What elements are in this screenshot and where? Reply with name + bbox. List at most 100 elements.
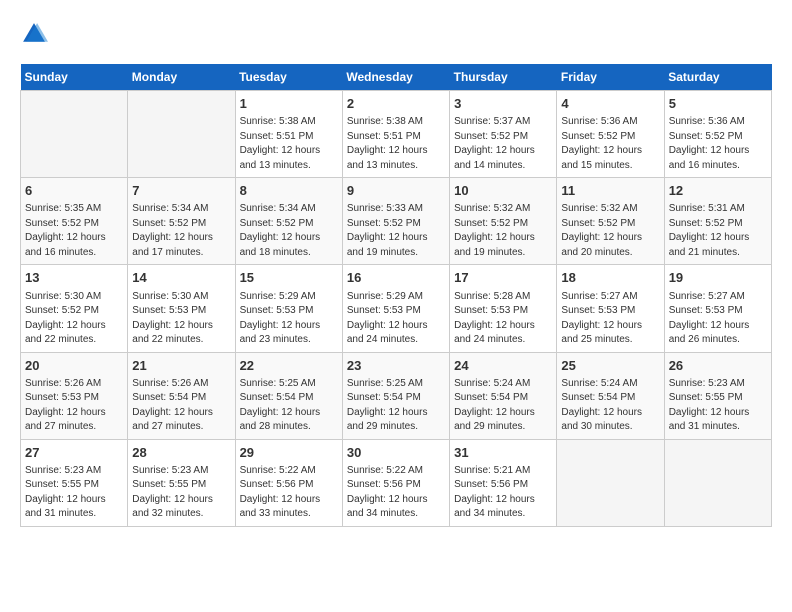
calendar-cell: 18Sunrise: 5:27 AMSunset: 5:53 PMDayligh… (557, 265, 664, 352)
day-info: Sunrise: 5:30 AMSunset: 5:53 PMDaylight:… (132, 290, 230, 348)
day-number: 1 (240, 95, 338, 113)
calendar-cell: 10 Sunrise: 5:32 AMSunset: 5:52 PMDayligh… (450, 178, 557, 265)
calendar-cell: 28 Sunrise: 5:23 AMSunset: 5:55 PMDayligh… (128, 439, 235, 526)
calendar-cell: 25 Sunrise: 5:24 AMSunset: 5:54 PMDayligh… (557, 352, 664, 439)
day-info: Sunrise: 5:24 AMSunset: 5:54 PMDaylight:… (561, 377, 659, 435)
day-info: Sunrise: 5:38 AMSunset: 5:51 PMDaylight:… (347, 115, 445, 173)
logo (20, 20, 52, 48)
day-info: Sunrise: 5:36 AMSunset: 5:52 PMDaylight:… (561, 115, 659, 173)
calendar-cell: 16Sunrise: 5:29 AMSunset: 5:53 PMDayligh… (342, 265, 449, 352)
day-header-friday: Friday (557, 64, 664, 91)
day-info: Sunrise: 5:34 AMSunset: 5:52 PMDaylight:… (132, 202, 230, 260)
calendar-cell: 11Sunrise: 5:32 AMSunset: 5:52 PMDayligh… (557, 178, 664, 265)
calendar-cell (664, 439, 771, 526)
day-header-sunday: Sunday (21, 64, 128, 91)
day-number: 5 (669, 95, 767, 113)
day-header-thursday: Thursday (450, 64, 557, 91)
calendar-cell: 26 Sunrise: 5:23 AMSunset: 5:55 PMDayligh… (664, 352, 771, 439)
calendar-cell (21, 91, 128, 178)
calendar-cell: 21 Sunrise: 5:26 AMSunset: 5:54 PMDayligh… (128, 352, 235, 439)
day-info: Sunrise: 5:28 AMSunset: 5:53 PMDaylight:… (454, 290, 552, 348)
day-number: 26 (669, 357, 767, 375)
day-number: 10 (454, 182, 552, 200)
day-number: 24 (454, 357, 552, 375)
day-number: 29 (240, 444, 338, 462)
calendar-cell: 4 Sunrise: 5:36 AMSunset: 5:52 PMDaylight… (557, 91, 664, 178)
day-number: 21 (132, 357, 230, 375)
day-info: Sunrise: 5:24 AMSunset: 5:54 PMDaylight:… (454, 377, 552, 435)
day-number: 2 (347, 95, 445, 113)
day-info: Sunrise: 5:36 AMSunset: 5:52 PMDaylight:… (669, 115, 767, 173)
calendar-cell: 29 Sunrise: 5:22 AMSunset: 5:56 PMDayligh… (235, 439, 342, 526)
day-number: 17 (454, 269, 552, 287)
day-info: Sunrise: 5:23 AMSunset: 5:55 PMDaylight:… (669, 377, 767, 435)
day-info: Sunrise: 5:23 AMSunset: 5:55 PMDaylight:… (132, 464, 230, 522)
day-info: Sunrise: 5:26 AMSunset: 5:54 PMDaylight:… (132, 377, 230, 435)
calendar-cell: 30 Sunrise: 5:22 AMSunset: 5:56 PMDayligh… (342, 439, 449, 526)
day-number: 3 (454, 95, 552, 113)
calendar-cell: 24 Sunrise: 5:24 AMSunset: 5:54 PMDayligh… (450, 352, 557, 439)
day-number: 12 (669, 182, 767, 200)
day-header-monday: Monday (128, 64, 235, 91)
day-info: Sunrise: 5:34 AMSunset: 5:52 PMDaylight:… (240, 202, 338, 260)
day-info: Sunrise: 5:37 AMSunset: 5:52 PMDaylight:… (454, 115, 552, 173)
day-number: 22 (240, 357, 338, 375)
calendar-cell: 8 Sunrise: 5:34 AMSunset: 5:52 PMDaylight… (235, 178, 342, 265)
day-number: 27 (25, 444, 123, 462)
calendar-cell: 20Sunrise: 5:26 AMSunset: 5:53 PMDayligh… (21, 352, 128, 439)
day-number: 20 (25, 357, 123, 375)
day-info: Sunrise: 5:27 AMSunset: 5:53 PMDaylight:… (669, 290, 767, 348)
day-number: 25 (561, 357, 659, 375)
day-number: 6 (25, 182, 123, 200)
day-info: Sunrise: 5:31 AMSunset: 5:52 PMDaylight:… (669, 202, 767, 260)
calendar-cell: 15 Sunrise: 5:29 AMSunset: 5:53 PMDayligh… (235, 265, 342, 352)
day-number: 15 (240, 269, 338, 287)
day-number: 19 (669, 269, 767, 287)
calendar-cell: 17 Sunrise: 5:28 AMSunset: 5:53 PMDayligh… (450, 265, 557, 352)
day-header-saturday: Saturday (664, 64, 771, 91)
day-info: Sunrise: 5:22 AMSunset: 5:56 PMDaylight:… (240, 464, 338, 522)
day-number: 13 (25, 269, 123, 287)
day-info: Sunrise: 5:32 AMSunset: 5:52 PMDaylight:… (454, 202, 552, 260)
calendar-cell: 12 Sunrise: 5:31 AMSunset: 5:52 PMDayligh… (664, 178, 771, 265)
day-number: 28 (132, 444, 230, 462)
day-number: 14 (132, 269, 230, 287)
day-number: 31 (454, 444, 552, 462)
day-number: 7 (132, 182, 230, 200)
day-info: Sunrise: 5:38 AMSunset: 5:51 PMDaylight:… (240, 115, 338, 173)
calendar-cell: 13 Sunrise: 5:30 AMSunset: 5:52 PMDayligh… (21, 265, 128, 352)
day-info: Sunrise: 5:25 AMSunset: 5:54 PMDaylight:… (347, 377, 445, 435)
day-info: Sunrise: 5:35 AMSunset: 5:52 PMDaylight:… (25, 202, 123, 260)
logo-icon (20, 20, 48, 48)
day-info: Sunrise: 5:25 AMSunset: 5:54 PMDaylight:… (240, 377, 338, 435)
day-number: 11 (561, 182, 659, 200)
calendar-cell: 7 Sunrise: 5:34 AMSunset: 5:52 PMDaylight… (128, 178, 235, 265)
day-info: Sunrise: 5:33 AMSunset: 5:52 PMDaylight:… (347, 202, 445, 260)
day-number: 30 (347, 444, 445, 462)
calendar-cell: 22 Sunrise: 5:25 AMSunset: 5:54 PMDayligh… (235, 352, 342, 439)
calendar-cell: 19 Sunrise: 5:27 AMSunset: 5:53 PMDayligh… (664, 265, 771, 352)
calendar-cell: 23Sunrise: 5:25 AMSunset: 5:54 PMDayligh… (342, 352, 449, 439)
calendar-cell: 5 Sunrise: 5:36 AMSunset: 5:52 PMDaylight… (664, 91, 771, 178)
day-info: Sunrise: 5:29 AMSunset: 5:53 PMDaylight:… (240, 290, 338, 348)
calendar-cell: 31Sunrise: 5:21 AMSunset: 5:56 PMDayligh… (450, 439, 557, 526)
calendar-week-row: 1 Sunrise: 5:38 AMSunset: 5:51 PMDaylight… (21, 91, 772, 178)
day-number: 4 (561, 95, 659, 113)
calendar-week-row: 27 Sunrise: 5:23 AMSunset: 5:55 PMDayligh… (21, 439, 772, 526)
calendar-cell: 27 Sunrise: 5:23 AMSunset: 5:55 PMDayligh… (21, 439, 128, 526)
day-number: 8 (240, 182, 338, 200)
header (20, 20, 772, 48)
day-info: Sunrise: 5:23 AMSunset: 5:55 PMDaylight:… (25, 464, 123, 522)
calendar-week-row: 6 Sunrise: 5:35 AMSunset: 5:52 PMDaylight… (21, 178, 772, 265)
calendar-header-row: SundayMondayTuesdayWednesdayThursdayFrid… (21, 64, 772, 91)
day-info: Sunrise: 5:30 AMSunset: 5:52 PMDaylight:… (25, 290, 123, 348)
calendar-cell: 9Sunrise: 5:33 AMSunset: 5:52 PMDaylight… (342, 178, 449, 265)
calendar-cell (557, 439, 664, 526)
calendar-cell: 14 Sunrise: 5:30 AMSunset: 5:53 PMDayligh… (128, 265, 235, 352)
calendar-cell: 3 Sunrise: 5:37 AMSunset: 5:52 PMDaylight… (450, 91, 557, 178)
calendar-body: 1 Sunrise: 5:38 AMSunset: 5:51 PMDaylight… (21, 91, 772, 527)
calendar-cell (128, 91, 235, 178)
day-header-tuesday: Tuesday (235, 64, 342, 91)
day-info: Sunrise: 5:22 AMSunset: 5:56 PMDaylight:… (347, 464, 445, 522)
calendar-week-row: 20Sunrise: 5:26 AMSunset: 5:53 PMDayligh… (21, 352, 772, 439)
